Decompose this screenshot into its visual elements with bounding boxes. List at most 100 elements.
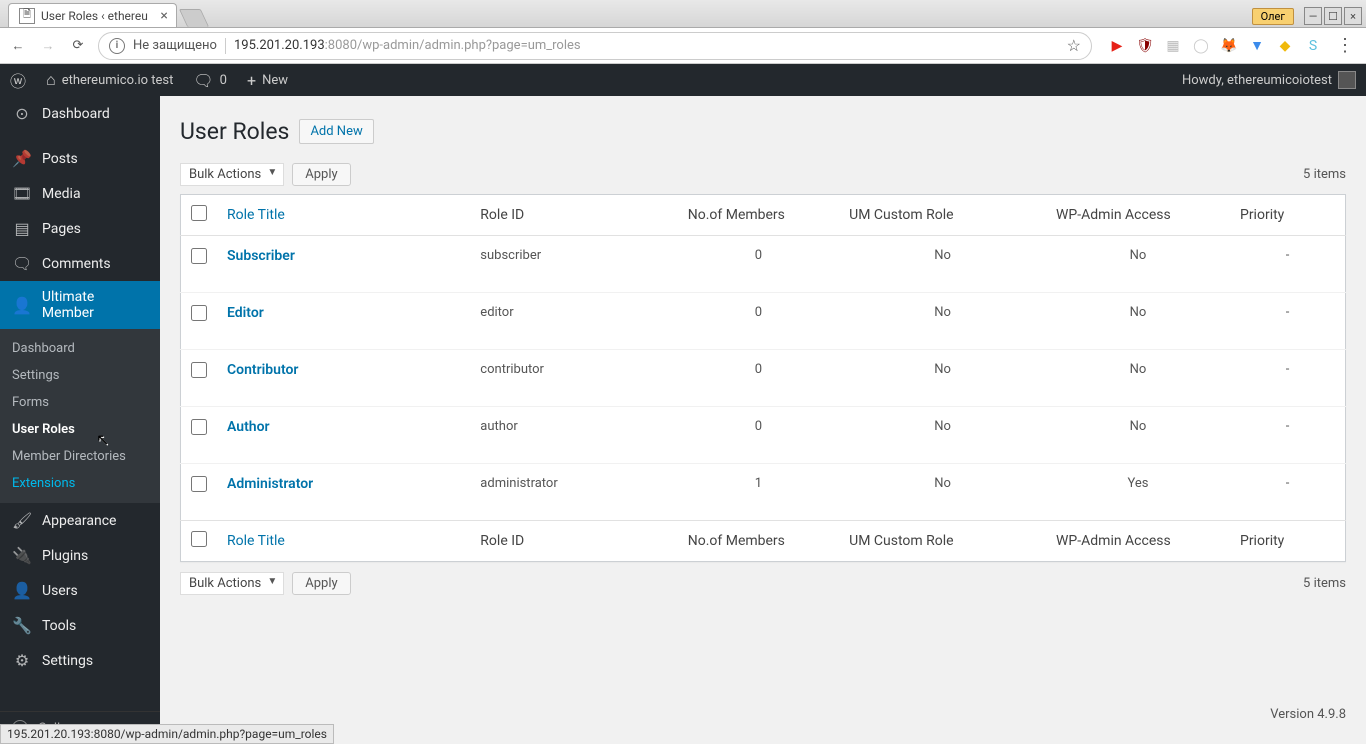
- binance-ext-icon[interactable]: ◆: [1276, 37, 1294, 55]
- avatar: [1338, 71, 1356, 89]
- col-priority-header: Priority: [1230, 195, 1346, 236]
- select-all-checkbox[interactable]: [191, 531, 207, 547]
- new-tab-button[interactable]: [179, 9, 209, 27]
- table-row: Administratoradministrator1NoYes-: [181, 464, 1346, 521]
- submenu-extensions[interactable]: Extensions: [0, 470, 160, 497]
- role-title-link[interactable]: Administrator: [227, 476, 313, 492]
- comment-icon: 🗨: [193, 71, 213, 90]
- submenu: Dashboard Settings Forms User Roles Memb…: [0, 329, 160, 503]
- role-id: subscriber: [470, 236, 677, 293]
- apply-button[interactable]: Apply: [292, 163, 350, 186]
- role-title-link[interactable]: Subscriber: [227, 248, 295, 264]
- sliders-icon: ⚙: [12, 651, 32, 670]
- menu-ultimate-member[interactable]: 👤Ultimate Member: [0, 281, 160, 329]
- col-members-header: No.of Members: [678, 521, 839, 562]
- apply-button[interactable]: Apply: [292, 572, 350, 595]
- wp-logo-menu[interactable]: ⓦ: [0, 64, 36, 96]
- menu-tools[interactable]: 🔧Tools: [0, 608, 160, 643]
- role-members: 0: [678, 350, 839, 407]
- role-custom: No: [839, 464, 1046, 521]
- metamask-ext-icon[interactable]: 🦊: [1220, 37, 1238, 55]
- submenu-member-directories[interactable]: Member Directories: [0, 443, 160, 470]
- items-count: 5 items: [1303, 576, 1346, 591]
- role-custom: No: [839, 407, 1046, 464]
- submenu-user-roles[interactable]: User Roles: [0, 416, 160, 443]
- role-priority: -: [1230, 407, 1346, 464]
- browser-tab[interactable]: 🗎 User Roles ‹ ethereu ×: [8, 3, 177, 27]
- bulk-actions-select[interactable]: Bulk Actions: [180, 163, 284, 186]
- forward-button[interactable]: →: [38, 36, 58, 56]
- ext-icon[interactable]: ▦: [1164, 37, 1182, 55]
- menu-posts[interactable]: 📌Posts: [0, 141, 160, 176]
- submenu-settings[interactable]: Settings: [0, 362, 160, 389]
- wp-version: Version 4.9.8: [1270, 707, 1346, 722]
- browser-titlebar: 🗎 User Roles ‹ ethereu × Олег — ☐ ×: [0, 0, 1366, 28]
- menu-dashboard[interactable]: ⊙Dashboard: [0, 96, 160, 131]
- page-title: User Roles: [180, 118, 289, 145]
- ext-icon[interactable]: ▼: [1248, 37, 1266, 55]
- row-checkbox[interactable]: [191, 476, 207, 492]
- role-custom: No: [839, 350, 1046, 407]
- media-icon: 🎞: [12, 184, 32, 203]
- comments-menu[interactable]: 🗨0: [183, 64, 237, 96]
- menu-media[interactable]: 🎞Media: [0, 176, 160, 211]
- row-checkbox[interactable]: [191, 362, 207, 378]
- reload-button[interactable]: ⟳: [68, 36, 88, 56]
- role-title-link[interactable]: Editor: [227, 305, 264, 321]
- role-access: No: [1046, 350, 1230, 407]
- role-members: 1: [678, 464, 839, 521]
- ext-icon[interactable]: ◯: [1192, 37, 1210, 55]
- menu-settings[interactable]: ⚙Settings: [0, 643, 160, 678]
- tab-favicon: 🗎: [19, 8, 35, 24]
- bulk-actions-select[interactable]: Bulk Actions: [180, 572, 284, 595]
- select-all-checkbox[interactable]: [191, 205, 207, 221]
- add-new-button[interactable]: Add New: [299, 119, 373, 144]
- role-id: contributor: [470, 350, 677, 407]
- row-checkbox[interactable]: [191, 248, 207, 264]
- role-title-link[interactable]: Contributor: [227, 362, 298, 378]
- role-access: Yes: [1046, 464, 1230, 521]
- address-bar[interactable]: i Не защищено 195.201.20.193:8080/wp-adm…: [98, 32, 1092, 60]
- window-user-badge[interactable]: Олег: [1252, 8, 1294, 25]
- menu-appearance[interactable]: 🖌Appearance: [0, 503, 160, 538]
- brush-icon: 🖌: [12, 511, 32, 530]
- site-name-menu[interactable]: ⌂ethereumico.io test: [36, 64, 183, 96]
- ext-icon[interactable]: S: [1304, 37, 1322, 55]
- maximize-button[interactable]: ☐: [1324, 7, 1342, 25]
- role-priority: -: [1230, 350, 1346, 407]
- close-window-button[interactable]: ×: [1344, 7, 1362, 25]
- bookmark-star-icon[interactable]: ☆: [1067, 36, 1081, 55]
- submenu-forms[interactable]: Forms: [0, 389, 160, 416]
- wordpress-icon: ⓦ: [10, 68, 26, 92]
- close-icon[interactable]: ×: [160, 8, 167, 24]
- role-id: administrator: [470, 464, 677, 521]
- menu-pages[interactable]: ▤Pages: [0, 211, 160, 246]
- browser-menu-icon[interactable]: ⋮: [1332, 35, 1358, 56]
- plus-icon: +: [247, 71, 256, 90]
- col-members-header: No.of Members: [678, 195, 839, 236]
- col-title-header[interactable]: Role Title: [227, 207, 285, 223]
- user-account-menu[interactable]: Howdy, ethereumicoiotest: [1172, 64, 1366, 96]
- menu-users[interactable]: 👤Users: [0, 573, 160, 608]
- user-icon: 👤: [12, 296, 32, 315]
- menu-plugins[interactable]: 🔌Plugins: [0, 538, 160, 573]
- menu-comments[interactable]: 🗨Comments: [0, 246, 160, 281]
- role-id: editor: [470, 293, 677, 350]
- page-icon: ▤: [12, 219, 32, 238]
- youtube-ext-icon[interactable]: ▶: [1108, 37, 1126, 55]
- extension-icons: ▶ 🛡 ▦ ◯ 🦊 ▼ ◆ S: [1102, 37, 1322, 55]
- row-checkbox[interactable]: [191, 305, 207, 321]
- minimize-button[interactable]: —: [1304, 7, 1322, 25]
- new-content-menu[interactable]: +New: [237, 64, 298, 96]
- ublock-ext-icon[interactable]: 🛡: [1136, 37, 1154, 55]
- col-title-header[interactable]: Role Title: [227, 533, 285, 549]
- role-priority: -: [1230, 236, 1346, 293]
- role-access: No: [1046, 407, 1230, 464]
- back-button[interactable]: ←: [8, 36, 28, 56]
- row-checkbox[interactable]: [191, 419, 207, 435]
- submenu-dashboard[interactable]: Dashboard: [0, 335, 160, 362]
- col-access-header: WP-Admin Access: [1046, 195, 1230, 236]
- role-custom: No: [839, 293, 1046, 350]
- role-title-link[interactable]: Author: [227, 419, 270, 435]
- site-info-icon[interactable]: i: [109, 38, 125, 54]
